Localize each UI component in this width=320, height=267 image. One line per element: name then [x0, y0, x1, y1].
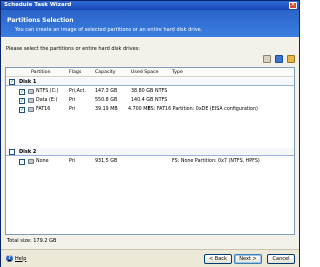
column-header-partition[interactable]: Partition: [31, 70, 51, 75]
disk-1-checkbox[interactable]: ✓: [9, 79, 15, 85]
checkmark-icon: ✓: [20, 89, 25, 95]
disk-1-label: Disk 1: [19, 79, 37, 85]
partition-checkbox[interactable]: ✓: [19, 89, 25, 95]
partition-name: None: [36, 159, 49, 164]
wizard-content: Please select the partitions or entire h…: [1, 37, 299, 249]
column-header-capacity[interactable]: Capacity: [95, 70, 116, 75]
volume-icon: [28, 89, 34, 94]
partition-row[interactable]: ✓ Data (E:) Pri 550.8 GB 140.4 GB NTFS: [6, 97, 294, 105]
disk-2-checkbox[interactable]: [9, 149, 15, 155]
page-title: Partitions Selection: [7, 17, 74, 24]
next-button[interactable]: Next >: [234, 254, 262, 264]
checkmark-icon: ✓: [20, 98, 25, 104]
checkmark-icon: ✓: [10, 79, 15, 85]
help-link[interactable]: ? Help: [6, 255, 26, 262]
partition-name: NTFS (C:): [36, 89, 59, 94]
wizard-footer: ? Help < Back Next > Cancel: [1, 249, 299, 267]
cancel-button[interactable]: Cancel: [267, 254, 295, 264]
disk-2-header[interactable]: Disk 2: [6, 148, 294, 156]
partition-name: Data (E:): [36, 98, 58, 103]
checkmark-icon: ✓: [20, 107, 25, 113]
column-header-used-space[interactable]: Used Space: [131, 70, 159, 75]
partition-flags: Pri: [69, 159, 76, 164]
partition-name: FAT16: [36, 107, 51, 112]
partition-capacity: 39.19 MB: [95, 107, 118, 112]
partition-used-space: 140.4 GB: [131, 98, 154, 103]
total-size-label: Total size: 179.2 GB: [7, 238, 57, 244]
partition-checkbox[interactable]: [19, 159, 25, 165]
volume-icon: [28, 107, 34, 112]
partition-type: FS: None Partition: 0x7 (NTFS, HPFS): [172, 159, 260, 164]
instructions-label: Please select the partitions or entire h…: [6, 46, 140, 52]
partition-flags: Pri: [69, 107, 76, 112]
volume-icon: [28, 98, 34, 103]
help-icon: ?: [6, 255, 13, 262]
wizard-header: Partitions Selection You can create an i…: [1, 10, 299, 37]
disk-properties-icon[interactable]: [263, 55, 271, 63]
partition-flags: Pri: [69, 98, 76, 103]
partition-capacity: 550.8 GB: [95, 98, 118, 103]
column-header-flags[interactable]: Flags: [69, 70, 81, 75]
title-bar: Schedule Task Wizard ✕: [1, 1, 299, 10]
partition-row[interactable]: None Pri 931.5 GB FS: None Partition: 0x…: [6, 158, 294, 166]
volume-icon: [28, 159, 34, 164]
page-subtitle: You can create an image of selected part…: [15, 27, 203, 33]
window-title: Schedule Task Wizard: [4, 2, 72, 8]
partition-icon[interactable]: [275, 55, 283, 63]
disk-1-header[interactable]: ✓ Disk 1: [6, 78, 294, 86]
close-button[interactable]: ✕: [289, 2, 297, 9]
partition-type: NTFS: [155, 89, 168, 94]
partition-capacity: 931.5 GB: [95, 159, 118, 164]
partition-flags: Pri,Act.: [69, 89, 86, 94]
partition-checkbox[interactable]: ✓: [19, 107, 25, 113]
partition-row[interactable]: ✓ NTFS (C:) Pri,Act. 147.3 GB 38.80 GB N…: [6, 88, 294, 96]
column-header-row: Partition Flags Capacity Used Space Type: [6, 68, 294, 77]
view-options-icon[interactable]: [287, 55, 295, 63]
disk-2-label: Disk 2: [19, 149, 37, 155]
partition-list: Partition Flags Capacity Used Space Type…: [5, 67, 295, 235]
column-header-type[interactable]: Type: [172, 70, 183, 75]
partition-checkbox[interactable]: ✓: [19, 98, 25, 104]
list-toolbar: [263, 55, 295, 63]
partition-type: NTFS: [155, 98, 168, 103]
back-button[interactable]: < Back: [204, 254, 232, 264]
partition-used-space: 38.80 GB: [131, 89, 154, 94]
partition-type: FS: FAT16 Partition: 0xDE (EISA configur…: [148, 107, 258, 112]
partition-row[interactable]: ✓ FAT16 Pri 39.19 MB 4.700 MB FS: FAT16 …: [6, 106, 294, 114]
help-label: Help: [15, 255, 27, 262]
close-icon: ✕: [290, 2, 296, 8]
partition-capacity: 147.3 GB: [95, 89, 118, 94]
wizard-window: Schedule Task Wizard ✕ Partitions Select…: [0, 0, 300, 267]
